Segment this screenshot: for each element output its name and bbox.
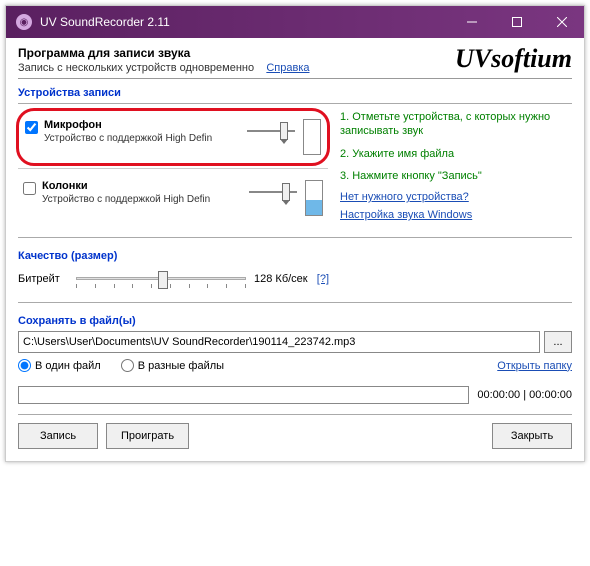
device-desc: Устройство с поддержкой High Defin xyxy=(42,194,249,205)
progress-row: 00:00:00 | 00:00:00 xyxy=(18,386,572,404)
device-microphone[interactable]: Микрофон Устройство с поддержкой High De… xyxy=(16,108,330,166)
instruction-step-1: 1. Отметьте устройства, с которых нужно … xyxy=(340,110,572,139)
devices-list: Микрофон Устройство с поддержкой High De… xyxy=(18,110,328,227)
bitrate-slider[interactable] xyxy=(76,266,246,292)
save-mode-single[interactable]: В один файл xyxy=(18,359,101,372)
title-bar[interactable]: ◉ UV SoundRecorder 2.11 xyxy=(6,6,584,38)
window-title: UV SoundRecorder 2.11 xyxy=(40,15,449,29)
help-link[interactable]: Справка xyxy=(266,62,309,74)
bitrate-label: Битрейт xyxy=(18,273,68,285)
save-section: Сохранять в файл(ы) ... В один файл В ра… xyxy=(18,302,572,372)
device-checkbox-speakers[interactable] xyxy=(23,182,36,195)
instruction-step-3: 3. Нажмите кнопку "Запись" xyxy=(340,169,572,183)
save-section-title: Сохранять в файл(ы) xyxy=(18,315,572,327)
windows-sound-link[interactable]: Настройка звука Windows xyxy=(340,209,472,221)
instruction-step-2: 2. Укажите имя файла xyxy=(340,147,572,161)
page-title: Программа для записи звука xyxy=(18,46,310,60)
record-button[interactable]: Запись xyxy=(18,423,98,449)
app-window: ◉ UV SoundRecorder 2.11 Программа для за… xyxy=(5,5,585,462)
maximize-button[interactable] xyxy=(494,6,539,38)
quality-section: Качество (размер) Битрейт 128 Кб/сек [?] xyxy=(18,237,572,292)
close-button[interactable]: Закрыть xyxy=(492,423,572,449)
save-mode-multi[interactable]: В разные файлы xyxy=(121,359,224,372)
quality-section-title: Качество (размер) xyxy=(18,250,572,262)
level-meter-speakers xyxy=(305,180,323,216)
level-meter-microphone xyxy=(303,119,321,155)
close-window-button[interactable] xyxy=(539,6,584,38)
open-folder-link[interactable]: Открыть папку xyxy=(497,360,572,372)
time-total: 00:00:00 xyxy=(529,389,572,401)
no-device-link[interactable]: Нет нужного устройства? xyxy=(340,191,469,203)
time-elapsed: 00:00:00 xyxy=(477,389,520,401)
header-subtitle: Запись с нескольких устройств одновремен… xyxy=(18,62,254,74)
header: Программа для записи звука Запись с неск… xyxy=(18,46,572,79)
device-desc: Устройство с поддержкой High Defin xyxy=(44,133,247,144)
volume-slider-microphone[interactable] xyxy=(247,119,297,143)
app-icon: ◉ xyxy=(16,14,32,30)
instructions-panel: 1. Отметьте устройства, с которых нужно … xyxy=(328,110,572,227)
action-buttons: Запись Проиграть Закрыть xyxy=(18,414,572,449)
brand-logo: UVsoftium xyxy=(455,44,572,74)
device-checkbox-microphone[interactable] xyxy=(25,121,38,134)
devices-section-title: Устройства записи xyxy=(18,87,572,99)
bitrate-value: 128 Кб/сек xyxy=(254,273,308,285)
save-path-input[interactable] xyxy=(18,331,540,353)
device-name: Микрофон xyxy=(44,119,247,131)
minimize-button[interactable] xyxy=(449,6,494,38)
bitrate-help-link[interactable]: [?] xyxy=(317,273,329,285)
device-name: Колонки xyxy=(42,180,249,192)
browse-button[interactable]: ... xyxy=(544,331,572,353)
save-mode-group: В один файл В разные файлы xyxy=(18,359,497,372)
device-speakers[interactable]: Колонки Устройство с поддержкой High Def… xyxy=(18,173,328,223)
progress-bar xyxy=(18,386,469,404)
volume-slider-speakers[interactable] xyxy=(249,180,299,204)
play-button[interactable]: Проиграть xyxy=(106,423,189,449)
